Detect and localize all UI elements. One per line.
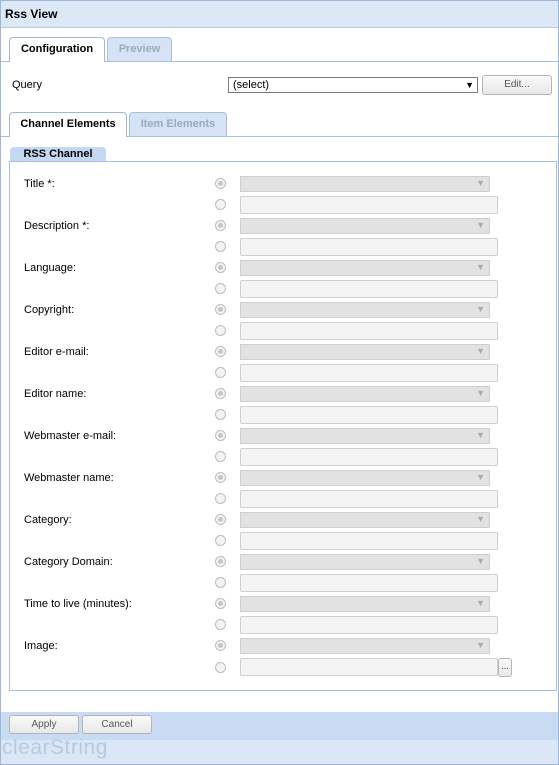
field-use-list-radio[interactable]: [215, 178, 226, 189]
field-value-input[interactable]: [240, 196, 498, 214]
chevron-down-icon: ▼: [476, 472, 485, 482]
query-selected-value: (select): [233, 79, 270, 91]
field-value-select[interactable]: ▼: [240, 260, 490, 276]
tab-preview-label: Preview: [118, 43, 161, 55]
field-use-text-radio[interactable]: [215, 451, 226, 462]
chevron-down-icon: ▼: [476, 598, 485, 608]
field-value-input[interactable]: [240, 490, 498, 508]
chevron-down-icon: ▼: [476, 514, 485, 524]
rss-channel-header: RSS Channel: [10, 147, 106, 161]
field-use-list-radio[interactable]: [215, 556, 226, 567]
field-value-select[interactable]: ▼: [240, 386, 490, 402]
field-value-select[interactable]: ▼: [240, 638, 490, 654]
browse-image-button[interactable]: ...: [498, 658, 512, 677]
field-label: Description *:: [24, 220, 90, 232]
field-use-list-radio[interactable]: [215, 262, 226, 273]
field-value-input[interactable]: [240, 616, 498, 634]
field-use-list-radio[interactable]: [215, 472, 226, 483]
chevron-down-icon: ▼: [465, 80, 474, 90]
field-use-text-radio[interactable]: [215, 283, 226, 294]
chevron-down-icon: ▼: [476, 346, 485, 356]
field-label: Copyright:: [24, 304, 75, 316]
tab-preview[interactable]: Preview: [107, 37, 172, 61]
field-value-select[interactable]: ▼: [240, 302, 490, 318]
tab-channel-elements-label: Channel Elements: [20, 118, 116, 130]
tab-item-elements[interactable]: Item Elements: [129, 112, 227, 136]
field-value-input[interactable]: [240, 532, 498, 550]
field-label: Title *:: [24, 178, 55, 190]
chevron-down-icon: ▼: [476, 178, 485, 188]
field-value-select[interactable]: ▼: [240, 470, 490, 486]
field-value-input[interactable]: [240, 364, 498, 382]
field-label: Category:: [24, 514, 72, 526]
field-value-input[interactable]: [240, 658, 498, 676]
field-use-text-radio[interactable]: [215, 241, 226, 252]
apply-label: Apply: [31, 719, 57, 730]
field-value-select[interactable]: ▼: [240, 344, 490, 360]
chevron-down-icon: ▼: [476, 220, 485, 230]
field-use-text-radio[interactable]: [215, 577, 226, 588]
field-use-list-radio[interactable]: [215, 304, 226, 315]
field-use-text-radio[interactable]: [215, 409, 226, 420]
field-label: Editor e-mail:: [24, 346, 89, 358]
tab-item-elements-label: Item Elements: [140, 118, 216, 130]
field-value-input[interactable]: [240, 448, 498, 466]
field-value-input[interactable]: [240, 322, 498, 340]
field-use-list-radio[interactable]: [215, 514, 226, 525]
query-select[interactable]: (select) ▼: [228, 77, 478, 93]
field-value-select[interactable]: ▼: [240, 218, 490, 234]
field-use-text-radio[interactable]: [215, 199, 226, 210]
chevron-down-icon: ▼: [476, 556, 485, 566]
field-value-select[interactable]: ▼: [240, 512, 490, 528]
field-use-list-radio[interactable]: [215, 388, 226, 399]
field-use-text-radio[interactable]: [215, 662, 226, 673]
field-value-select[interactable]: ▼: [240, 596, 490, 612]
edit-query-button[interactable]: Edit...: [482, 75, 552, 95]
edit-query-label: Edit...: [504, 79, 530, 90]
field-use-text-radio[interactable]: [215, 367, 226, 378]
field-label: Language:: [24, 262, 76, 274]
chevron-down-icon: ▼: [476, 262, 485, 272]
field-value-input[interactable]: [240, 406, 498, 424]
rss-channel-title: RSS Channel: [23, 148, 93, 160]
field-use-text-radio[interactable]: [215, 619, 226, 630]
tab-channel-elements[interactable]: Channel Elements: [9, 112, 127, 137]
field-use-list-radio[interactable]: [215, 640, 226, 651]
field-use-list-radio[interactable]: [215, 220, 226, 231]
field-value-select[interactable]: ▼: [240, 176, 490, 192]
chevron-down-icon: ▼: [476, 430, 485, 440]
chevron-down-icon: ▼: [476, 388, 485, 398]
field-value-select[interactable]: ▼: [240, 554, 490, 570]
tab-configuration-label: Configuration: [20, 43, 94, 55]
field-label: Webmaster e-mail:: [24, 430, 117, 442]
field-value-input[interactable]: [240, 574, 498, 592]
brand-logo: clearString: [2, 736, 108, 759]
cancel-button[interactable]: Cancel: [82, 715, 152, 734]
title-bar: Rss View: [1, 1, 558, 28]
chevron-down-icon: ▼: [476, 304, 485, 314]
field-use-list-radio[interactable]: [215, 430, 226, 441]
query-label: Query: [12, 79, 42, 91]
field-value-input[interactable]: [240, 238, 498, 256]
tab-configuration[interactable]: Configuration: [9, 37, 105, 62]
field-use-text-radio[interactable]: [215, 325, 226, 336]
field-use-text-radio[interactable]: [215, 493, 226, 504]
field-use-text-radio[interactable]: [215, 535, 226, 546]
window-title: Rss View: [5, 7, 58, 21]
field-value-select[interactable]: ▼: [240, 428, 490, 444]
field-label: Category Domain:: [24, 556, 113, 568]
chevron-down-icon: ▼: [476, 640, 485, 650]
field-label: Editor name:: [24, 388, 87, 400]
field-label: Time to live (minutes):: [24, 598, 132, 610]
field-label: Webmaster name:: [24, 472, 114, 484]
field-use-list-radio[interactable]: [215, 598, 226, 609]
browse-image-label: ...: [501, 661, 509, 671]
apply-button[interactable]: Apply: [9, 715, 79, 734]
cancel-label: Cancel: [101, 719, 133, 730]
field-label: Image:: [24, 640, 58, 652]
field-use-list-radio[interactable]: [215, 346, 226, 357]
field-value-input[interactable]: [240, 280, 498, 298]
